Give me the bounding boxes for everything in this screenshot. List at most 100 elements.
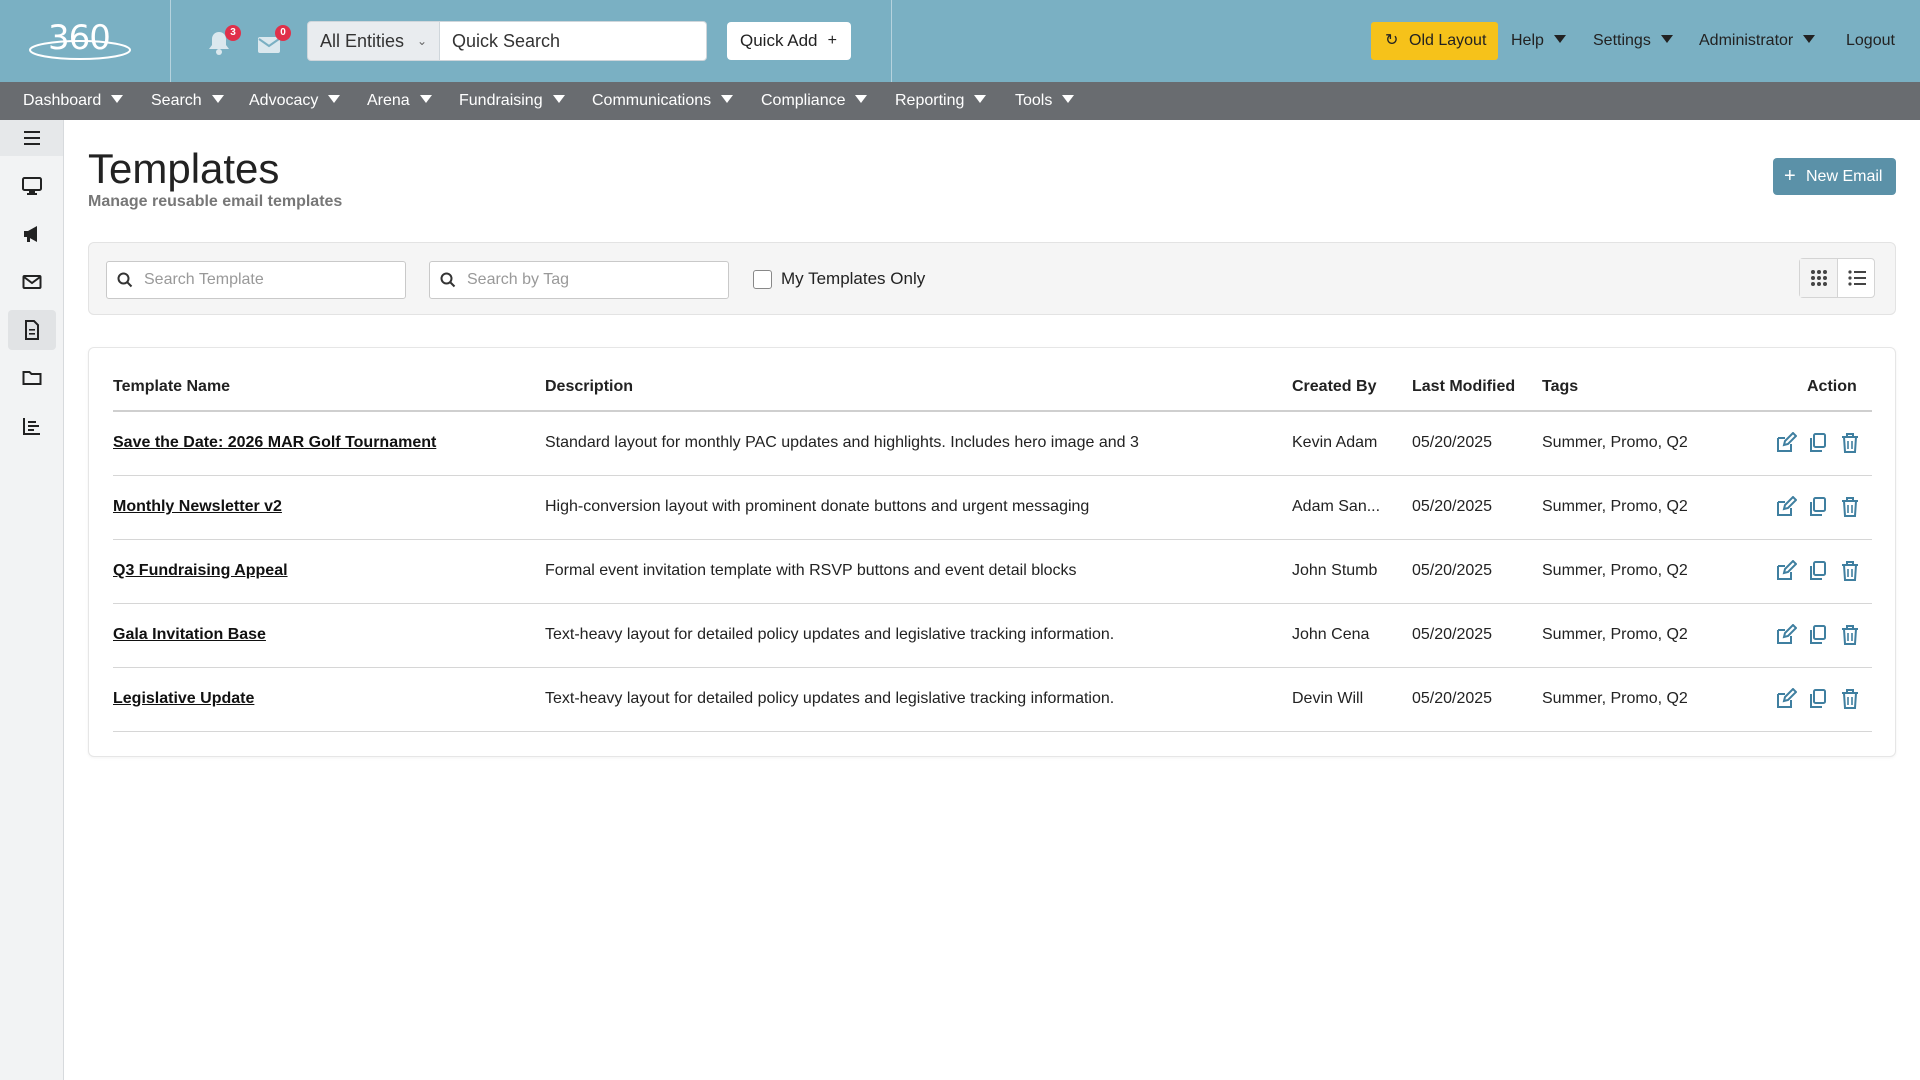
quick-search-input[interactable]: Quick Search [440, 21, 707, 61]
search-template-input[interactable]: Search Template [106, 261, 406, 299]
table-row: Q3 Fundraising Appeal Formal event invita… [113, 540, 1872, 604]
template-last-modified: 05/20/2025 [1412, 498, 1493, 515]
template-name-link[interactable]: Monthly Newsletter v2 [113, 498, 282, 516]
nav-item-arena[interactable]: Arena [367, 82, 432, 120]
caret-down-icon [1062, 95, 1075, 103]
logout-link[interactable]: Logout [1846, 22, 1895, 60]
copy-icon[interactable] [1807, 560, 1829, 582]
template-description: Text-heavy layout for detailed policy up… [545, 626, 1115, 643]
sidebar-toggle[interactable] [0, 120, 63, 156]
copy-icon[interactable] [1807, 624, 1829, 646]
nav-item-fundraising[interactable]: Fundraising [459, 82, 565, 120]
administrator-menu-label: Administrator [1699, 32, 1794, 49]
new-email-button[interactable]: + New Email [1773, 158, 1896, 195]
help-menu-label: Help [1511, 32, 1544, 49]
nav-item-tools[interactable]: Tools [1015, 82, 1075, 120]
sidebar-item-templates[interactable] [8, 310, 56, 350]
grid-icon [1811, 270, 1827, 286]
chevron-down-icon: ⌄ [416, 34, 427, 48]
trash-icon[interactable] [1839, 688, 1861, 710]
entity-select[interactable]: All Entities ⌄ [307, 21, 440, 61]
old-layout-button[interactable]: ↻ Old Layout [1371, 22, 1498, 60]
column-header-created-by[interactable]: Created By [1292, 378, 1376, 396]
envelope-icon [22, 275, 42, 289]
sidebar-item-monitor[interactable] [8, 166, 56, 206]
template-name-link[interactable]: Gala Invitation Base [113, 626, 266, 644]
copy-icon[interactable] [1807, 432, 1829, 454]
my-templates-checkbox[interactable] [753, 270, 772, 289]
grid-view-button[interactable] [1800, 259, 1838, 297]
nav-item-communications[interactable]: Communications [592, 82, 734, 120]
template-created-by: Kevin Adam [1292, 434, 1378, 451]
nav-item-dashboard[interactable]: Dashboard [23, 82, 124, 120]
template-name-link[interactable]: Legislative Update [113, 690, 254, 708]
nav-item-advocacy[interactable]: Advocacy [249, 82, 341, 120]
bar-chart-icon [23, 418, 40, 435]
nav-item-compliance[interactable]: Compliance [761, 82, 868, 120]
copy-icon[interactable] [1807, 688, 1829, 710]
caret-down-icon [855, 95, 868, 103]
edit-icon[interactable] [1775, 431, 1798, 454]
entity-select-value: All Entities [320, 31, 405, 51]
column-header-last-modified[interactable]: Last Modified [1412, 378, 1515, 396]
template-tags: Summer, Promo, Q2 [1542, 690, 1688, 707]
sidebar-item-reports[interactable] [8, 406, 56, 446]
administrator-menu[interactable]: Administrator [1699, 22, 1816, 60]
list-view-button[interactable] [1838, 259, 1876, 297]
template-last-modified: 05/20/2025 [1412, 690, 1493, 707]
header-divider [170, 0, 171, 82]
template-created-by: John Stumb [1292, 562, 1378, 579]
column-header-action: Action [1807, 378, 1857, 395]
sidebar-item-files[interactable] [8, 358, 56, 398]
my-templates-label[interactable]: My Templates Only [781, 269, 925, 289]
column-header-description[interactable]: Description [545, 378, 633, 396]
templates-table: Template Name Description Created By Las… [88, 347, 1896, 757]
messages-button[interactable]: 0 [257, 25, 291, 56]
column-header-name[interactable]: Template Name [113, 378, 230, 396]
edit-icon[interactable] [1775, 623, 1798, 646]
quick-add-button[interactable]: Quick Add + [727, 22, 851, 60]
template-tags: Summer, Promo, Q2 [1542, 562, 1688, 579]
caret-down-icon [721, 95, 734, 103]
template-description: Standard layout for monthly PAC updates … [545, 434, 1139, 451]
template-name-link[interactable]: Save the Date: 2026 MAR Golf Tournament [113, 434, 436, 452]
template-created-by: Devin Will [1292, 690, 1364, 707]
trash-icon[interactable] [1839, 496, 1861, 518]
template-name-link[interactable]: Q3 Fundraising Appeal [113, 562, 288, 580]
edit-icon[interactable] [1775, 559, 1798, 582]
edit-icon[interactable] [1775, 495, 1798, 518]
trash-icon[interactable] [1839, 560, 1861, 582]
search-tag-input[interactable]: Search by Tag [429, 261, 729, 299]
edit-icon[interactable] [1775, 687, 1798, 710]
sidebar-item-email[interactable] [8, 262, 56, 302]
nav-item-reporting[interactable]: Reporting [895, 82, 987, 120]
nav-item-label: Dashboard [23, 92, 102, 109]
sidebar-item-advocacy[interactable] [8, 214, 56, 254]
copy-icon[interactable] [1807, 496, 1829, 518]
template-tags: Summer, Promo, Q2 [1542, 498, 1688, 515]
column-header-tags[interactable]: Tags [1542, 378, 1578, 396]
table-row: Legislative Update Text-heavy layout for … [113, 668, 1872, 732]
new-email-label: New Email [1806, 168, 1883, 185]
notifications-button[interactable]: 3 [207, 25, 241, 56]
logo[interactable]: 360 [28, 18, 132, 62]
template-tags: Summer, Promo, Q2 [1542, 626, 1688, 643]
plus-icon: + [1784, 165, 1796, 187]
caret-down-icon [1553, 35, 1566, 43]
settings-menu[interactable]: Settings [1593, 22, 1673, 60]
settings-menu-label: Settings [1593, 32, 1651, 49]
filter-panel: Search Template Search by Tag My Templat… [88, 242, 1896, 315]
nav-item-label: Tools [1015, 92, 1053, 109]
table-row: Gala Invitation Base Text-heavy layout fo… [113, 604, 1872, 668]
nav-item-label: Search [151, 92, 202, 109]
nav-item-search[interactable]: Search [151, 82, 224, 120]
trash-icon[interactable] [1839, 432, 1861, 454]
view-toggle [1799, 258, 1875, 298]
caret-down-icon [328, 95, 341, 103]
help-menu[interactable]: Help [1511, 22, 1566, 60]
trash-icon[interactable] [1839, 624, 1861, 646]
monitor-icon [22, 177, 42, 195]
notifications-badge: 3 [225, 25, 241, 41]
refresh-icon: ↻ [1385, 32, 1399, 49]
header-divider [891, 0, 892, 82]
